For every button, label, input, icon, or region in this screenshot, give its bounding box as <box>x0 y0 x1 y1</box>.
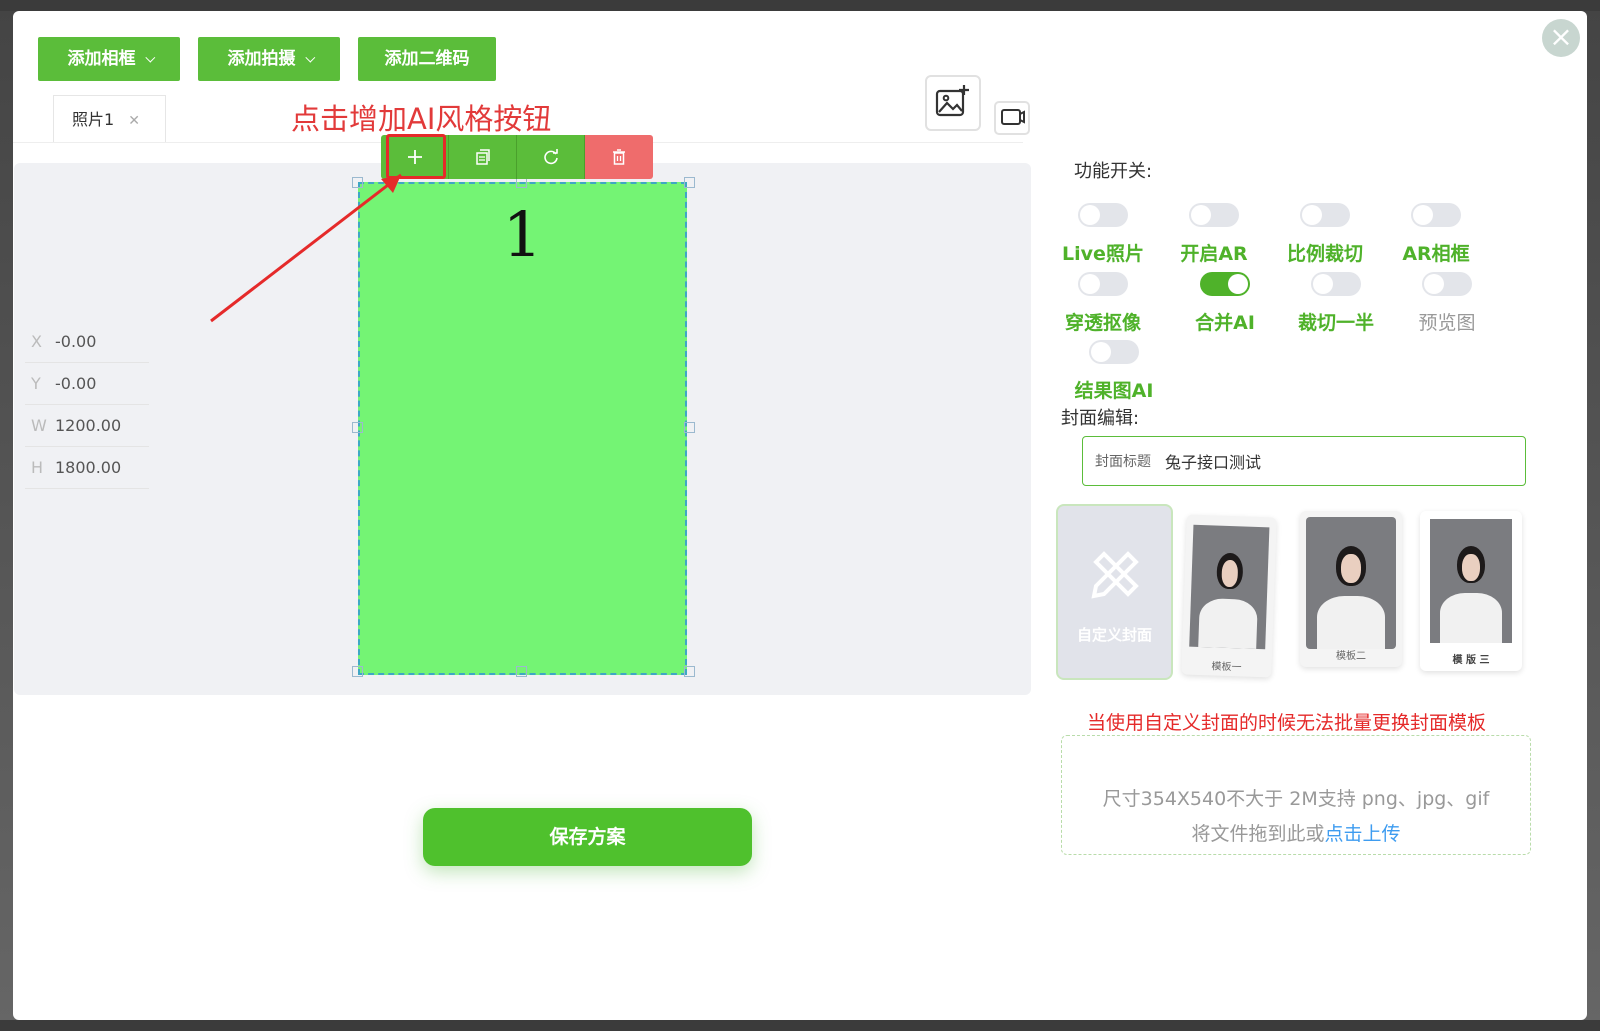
add-shoot-button[interactable]: 添加拍摄 <box>198 37 340 81</box>
coord-y[interactable]: Y -0.00 <box>25 363 149 405</box>
close-icon[interactable]: × <box>1542 19 1580 57</box>
rotate-icon <box>543 149 558 165</box>
resize-handle[interactable] <box>352 422 363 433</box>
tab-label: 照片1 <box>72 110 115 129</box>
template-photo <box>1306 517 1396 649</box>
toggle-label: 合并AI <box>1195 312 1255 334</box>
add-frame-button[interactable]: 添加相框 <box>38 37 180 81</box>
background-strip-bottom <box>0 1020 1600 1031</box>
trash-icon <box>613 149 625 165</box>
toggle-label: 裁切一半 <box>1297 312 1374 334</box>
background-strip-top <box>0 0 1600 11</box>
cover-title-field[interactable]: 封面标题 兔子接口测试 <box>1082 436 1526 486</box>
design-tools-icon <box>1091 551 1139 599</box>
toggle-label: 穿透抠像 <box>1064 312 1141 334</box>
template-label: 模板一 <box>1211 661 1242 674</box>
resize-handle[interactable] <box>684 422 695 433</box>
toggle-label: 比例裁切 <box>1286 243 1363 265</box>
toggle-ar-frame[interactable]: AR相框 <box>1380 203 1492 266</box>
resize-handle[interactable] <box>684 177 695 188</box>
toggle-switch[interactable] <box>1200 272 1250 296</box>
coord-x[interactable]: X -0.00 <box>25 321 149 363</box>
toggle-switch[interactable] <box>1189 203 1239 227</box>
template-card-1[interactable]: 模板一 <box>1181 514 1277 678</box>
toggle-switch[interactable] <box>1089 340 1139 364</box>
upload-dropzone[interactable]: 尺寸354X540不大于 2M支持 png、jpg、gif 将文件拖到此或点击上… <box>1061 735 1531 855</box>
toggle-crop-half[interactable]: 裁切一半 <box>1280 272 1392 335</box>
coord-y-label: Y <box>31 374 41 393</box>
chevron-down-icon <box>304 52 315 63</box>
coord-h-label: H <box>31 458 44 477</box>
fit-screen-button[interactable] <box>994 101 1030 135</box>
copy-button[interactable] <box>449 135 517 179</box>
toggle-ratio-crop[interactable]: 比例裁切 <box>1269 203 1381 266</box>
cover-title-label: 封面标题 <box>1095 454 1151 470</box>
template-label: 模板二 <box>1336 651 1366 662</box>
add-frame-label: 添加相框 <box>67 49 136 69</box>
close-tab-icon[interactable]: ✕ <box>128 113 140 129</box>
toggle-label: 结果图AI <box>1074 380 1154 402</box>
custom-cover-card[interactable]: 自定义封面 <box>1056 504 1173 680</box>
toggle-label: Live照片 <box>1062 243 1144 265</box>
toggle-preview[interactable]: 预览图 <box>1391 272 1503 335</box>
template-label: 模 版 三 <box>1452 655 1490 666</box>
toggle-switch[interactable] <box>1422 272 1472 296</box>
toggle-switch[interactable] <box>1411 203 1461 227</box>
toggle-live-photo[interactable]: Live照片 <box>1047 203 1159 266</box>
coord-w-value: 1200.00 <box>55 416 122 435</box>
add-qrcode-label: 添加二维码 <box>384 49 470 69</box>
toggle-switch[interactable] <box>1078 203 1128 227</box>
upload-instruction: 将文件拖到此或点击上传 <box>1062 819 1530 846</box>
resize-handle[interactable] <box>684 666 695 677</box>
cover-title-value: 兔子接口测试 <box>1165 453 1262 472</box>
toggle-switch[interactable] <box>1078 272 1128 296</box>
editor-modal: × 添加相框 添加拍摄 添加二维码 照片1 ✕ 点击增加AI风格按钮 X -0.00… <box>13 11 1587 1020</box>
custom-cover-label: 自定义封面 <box>1076 626 1152 644</box>
add-shoot-label: 添加拍摄 <box>227 49 296 69</box>
add-qrcode-button[interactable]: 添加二维码 <box>358 37 496 81</box>
resize-handle[interactable] <box>352 666 363 677</box>
toggle-enable-ar[interactable]: 开启AR <box>1158 203 1270 266</box>
coord-h[interactable]: H 1800.00 <box>25 447 149 489</box>
features-title: 功能开关: <box>1074 161 1153 182</box>
toggle-label: 开启AR <box>1180 243 1248 265</box>
toggle-result-ai[interactable]: 结果图AI <box>1058 340 1170 403</box>
coord-w-label: W <box>31 416 47 435</box>
coord-h-value: 1800.00 <box>55 458 122 477</box>
template-photo <box>1430 519 1512 643</box>
coord-y-value: -0.00 <box>55 374 97 393</box>
chevron-down-icon <box>144 52 155 63</box>
coord-w[interactable]: W 1200.00 <box>25 405 149 447</box>
coord-x-label: X <box>31 332 42 351</box>
add-image-icon <box>935 85 969 117</box>
fit-screen-icon <box>1001 109 1025 125</box>
resize-handle[interactable] <box>516 666 527 677</box>
toggle-switch[interactable] <box>1300 203 1350 227</box>
copy-icon <box>475 149 490 165</box>
upload-prefix: 将文件拖到此或 <box>1191 823 1325 845</box>
toggle-switch[interactable] <box>1311 272 1361 296</box>
coordinate-panel: X -0.00 Y -0.00 W 1200.00 H 1800.00 <box>25 321 149 489</box>
toggle-matting[interactable]: 穿透抠像 <box>1047 272 1159 335</box>
upload-requirements: 尺寸354X540不大于 2M支持 png、jpg、gif <box>1102 788 1490 810</box>
add-image-button[interactable] <box>925 75 981 131</box>
hint-arrow <box>210 173 402 323</box>
save-plan-button[interactable]: 保存方案 <box>423 808 752 866</box>
toggle-merge-ai[interactable]: 合并AI <box>1169 272 1281 335</box>
toggle-label: 预览图 <box>1418 312 1476 334</box>
coord-x-value: -0.00 <box>55 332 97 351</box>
delete-button[interactable] <box>585 135 653 179</box>
toggle-label: AR相框 <box>1402 243 1470 265</box>
rotate-button[interactable] <box>517 135 585 179</box>
cover-title: 封面编辑: <box>1061 408 1140 429</box>
template-card-2[interactable]: 模板二 <box>1300 511 1402 667</box>
cover-warning: 当使用自定义封面的时候无法批量更换封面模板 <box>1087 712 1487 734</box>
hint-text: 点击增加AI风格按钮 <box>291 102 552 136</box>
template-card-3[interactable]: 模 版 三 <box>1420 511 1522 671</box>
upload-link[interactable]: 点击上传 <box>1325 823 1401 845</box>
tab-photo-1[interactable]: 照片1 ✕ <box>53 95 166 143</box>
template-photo <box>1189 524 1270 650</box>
